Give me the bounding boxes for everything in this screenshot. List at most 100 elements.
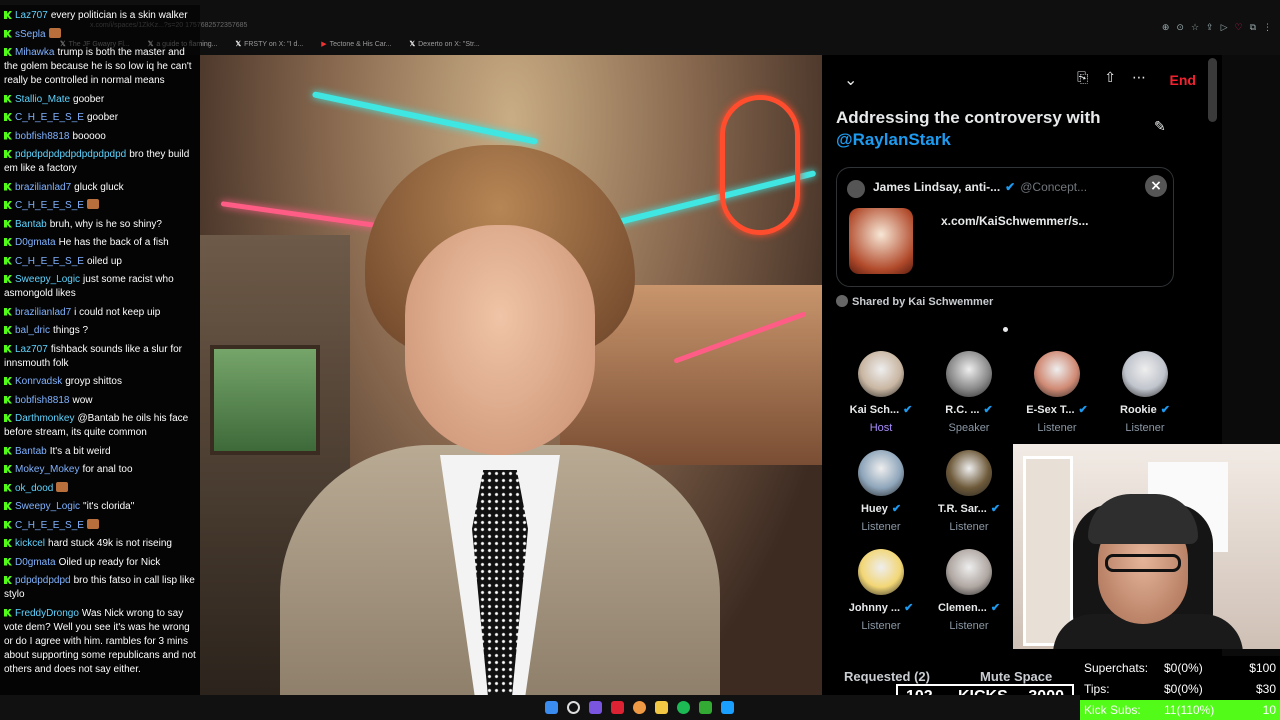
participant-card[interactable]: Johnny ... ✔ Listener <box>836 549 926 632</box>
chat-username[interactable]: Darthmonkey <box>15 413 74 424</box>
chat-username[interactable]: brazilianlad7 <box>15 307 71 318</box>
chat-username[interactable]: FreddyDrongo <box>15 608 79 619</box>
clip-icon[interactable]: ⎘ <box>1077 70 1088 86</box>
chat-username[interactable]: Mokey_Mokey <box>15 464 79 475</box>
chat-username[interactable]: Stallio_Mate <box>15 94 70 105</box>
chat-username[interactable]: brazilianlad7 <box>15 182 71 193</box>
chat-username[interactable]: bobfish8818 <box>15 395 70 406</box>
chat-username[interactable]: Sweepy_Logic <box>15 274 80 285</box>
edit-icon[interactable]: ✎ <box>1154 119 1166 135</box>
chat-username[interactable]: Mihawka <box>15 47 54 58</box>
chat-username[interactable]: C_H_E_E_S_E <box>15 200 84 211</box>
chat-username[interactable]: C_H_E_E_S_E <box>15 520 84 531</box>
chat-username[interactable]: sSepla <box>15 29 46 40</box>
menu-icon[interactable]: ⋮ <box>1263 23 1272 33</box>
extensions-icon[interactable]: ⧉ <box>1250 23 1256 33</box>
chat-message: ok_dood <box>4 481 196 496</box>
participant-card[interactable]: Clemen... ✔ Listener <box>924 549 1014 632</box>
chat-username[interactable]: kickcel <box>15 538 45 549</box>
kick-badge-icon <box>4 48 12 56</box>
mute-space-button[interactable]: Mute Space <box>980 669 1052 684</box>
tweet-link[interactable]: x.com/KaiSchwemmer/s... <box>941 214 1088 228</box>
translate-icon[interactable]: ⊙ <box>1176 23 1184 33</box>
share-icon[interactable]: ⇧ <box>1104 70 1116 86</box>
emote-icon <box>48 27 61 38</box>
chat-text: hard stuck 49k is not riseing <box>48 538 172 549</box>
chat-username[interactable]: bobfish8818 <box>15 131 70 142</box>
chat-username[interactable]: Laz707 <box>15 10 48 21</box>
end-space-button[interactable]: End <box>1170 72 1196 88</box>
chat-username[interactable]: ok_dood <box>15 483 53 494</box>
xbox-icon[interactable] <box>699 701 712 714</box>
search-icon[interactable] <box>567 701 580 714</box>
participant-name: Kai Sch... ✔ <box>836 403 926 416</box>
chat-username[interactable]: Konrvadsk <box>15 376 62 387</box>
chat-username[interactable]: C_H_E_E_S_E <box>15 256 84 267</box>
chat-message: Bantab bruh, why is he so shiny? <box>4 218 196 232</box>
participant-card[interactable]: T.R. Sar... ✔ Listener <box>924 450 1014 533</box>
more-icon[interactable]: ⋯ <box>1132 70 1146 86</box>
avatar <box>858 549 904 595</box>
chevron-down-icon[interactable]: ⌄ <box>844 70 857 89</box>
chat-message: sSepla <box>4 27 196 42</box>
participant-role: Host <box>869 422 893 434</box>
scrollbar[interactable] <box>1208 58 1217 122</box>
speaker-person <box>280 145 720 695</box>
pinned-tweet-card[interactable]: James Lindsay, anti-... ✔ @Concept... × x.… <box>836 167 1174 287</box>
browser-icon[interactable] <box>633 701 646 714</box>
chat-username[interactable]: C_H_E_E_S_E <box>15 112 84 123</box>
chat-username[interactable]: Sweepy_Logic <box>15 501 80 512</box>
participant-card[interactable]: Rookie ✔ Listener <box>1100 351 1190 434</box>
browser-tab[interactable]: 𝕏 Dexerto on X: "Str... <box>409 40 479 48</box>
goal-value: $0(0%) <box>1164 661 1203 675</box>
taskbar-icons <box>545 701 734 714</box>
chat-message: brazilianlad7 gluck gluck <box>4 181 196 195</box>
chat-text: oiled up <box>86 255 122 267</box>
participant-role: Listener <box>861 620 901 632</box>
participant-card[interactable]: Huey ✔ Listener <box>836 450 926 533</box>
goal-row: Tips: $0(0%) $30 <box>1084 679 1276 699</box>
zoom-icon[interactable]: ⊕ <box>1162 23 1170 33</box>
chat-username[interactable]: D0gmata <box>15 557 56 568</box>
app-icon[interactable] <box>589 701 602 714</box>
folder-icon[interactable] <box>655 701 668 714</box>
close-icon[interactable]: × <box>1145 175 1167 197</box>
recording-icon[interactable] <box>611 701 624 714</box>
space-host-link[interactable]: @RaylanStark <box>836 130 951 149</box>
goal-label: Kick Subs: <box>1084 703 1141 717</box>
heart-icon[interactable]: ♡ <box>1234 23 1242 33</box>
chat-message: D0gmata Oiled up ready for Nick <box>4 556 196 570</box>
chat-text: wow <box>72 394 93 406</box>
chat-username[interactable]: Bantab <box>15 219 47 230</box>
chat-username[interactable]: pdpdpdpdpd <box>15 575 71 586</box>
browser-tab[interactable]: 𝕏 FRSTY on X: "I d... <box>235 40 303 48</box>
emote-icon <box>56 481 69 492</box>
tweet-author-handle: @Concept... <box>1020 180 1088 194</box>
kick-badge-icon <box>4 539 12 547</box>
participant-card[interactable]: E-Sex T... ✔ Listener <box>1012 351 1102 434</box>
kick-badge-icon <box>4 256 12 265</box>
chat-username[interactable]: D0gmata <box>15 237 56 248</box>
participant-name: Johnny ... ✔ <box>836 601 926 614</box>
chat-username[interactable]: Laz707 <box>15 344 48 355</box>
chat-message: C_H_E_E_S_E <box>4 518 196 533</box>
requested-button[interactable]: Requested (2) <box>844 669 930 684</box>
goal-max: 10 <box>1262 703 1276 717</box>
share-icon[interactable]: ⇪ <box>1206 23 1214 33</box>
browser-tab[interactable]: ▶ Tectone & His Car... <box>321 40 391 48</box>
participant-card[interactable]: Kai Sch... ✔ Host <box>836 351 926 434</box>
chat-username[interactable]: pdpdpdpdpdpdpdpdpdpd <box>15 149 126 160</box>
participant-card[interactable]: R.C. ... ✔ Speaker <box>924 351 1014 434</box>
windows-start-icon[interactable] <box>545 701 558 714</box>
tweet-author: James Lindsay, anti-... ✔ @Concept... <box>873 180 1087 194</box>
spotify-icon[interactable] <box>677 701 690 714</box>
kick-badge-icon <box>4 182 12 191</box>
verified-icon: ✔ <box>1005 180 1016 194</box>
play-icon[interactable]: ▷ <box>1221 23 1228 33</box>
chat-username[interactable]: Bantab <box>15 446 47 457</box>
bookmark-icon[interactable]: ☆ <box>1191 23 1199 33</box>
youtube-icon: ▶ <box>321 41 327 48</box>
chat-username[interactable]: bal_dric <box>15 325 50 336</box>
steam-icon[interactable] <box>721 701 734 714</box>
participant-role: Listener <box>1125 422 1165 434</box>
